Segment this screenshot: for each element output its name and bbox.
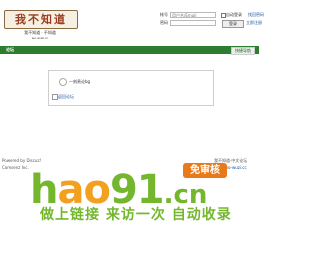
- register-link[interactable]: 立即注册: [246, 20, 262, 26]
- account-label: 帐号: [160, 12, 168, 17]
- quick-nav-button[interactable]: 快捷导航: [231, 47, 255, 55]
- forgot-password-link[interactable]: 找回密码: [248, 12, 264, 18]
- info-icon: [59, 78, 67, 86]
- password-input[interactable]: [170, 20, 216, 26]
- login-button[interactable]: 登录: [222, 20, 244, 28]
- login-panel: 帐号 自动登录 找回密码 密码 登录 立即注册: [160, 12, 264, 34]
- main-navbar: 论坛 快捷导航: [0, 46, 259, 55]
- watermark-slogan: 做上链接 来访一次 自动收录: [40, 207, 232, 223]
- logo-title: 我不知道: [4, 10, 78, 29]
- back-to-forum-link[interactable]: 返回论坛: [58, 94, 74, 100]
- account-input[interactable]: [170, 12, 216, 18]
- autologin-label[interactable]: 自动登录: [226, 12, 242, 18]
- notice-box: 一刻贵论bg 返回论坛: [48, 70, 214, 106]
- footer-powered-by[interactable]: Powered by Discuz!: [2, 158, 41, 163]
- watermark-badge: 免审核: [183, 163, 227, 178]
- password-label: 密码: [160, 20, 168, 25]
- footer-company[interactable]: Comsenz Inc.: [2, 165, 29, 170]
- logo-domain: wo-wuzi.cc: [31, 36, 49, 40]
- site-logo[interactable]: 我不知道 我不知道 · 不知道 wo-wuzi.cc: [2, 10, 78, 42]
- notice-message: 一刻贵论bg: [69, 79, 91, 84]
- nav-item-forum[interactable]: 论坛: [6, 47, 14, 53]
